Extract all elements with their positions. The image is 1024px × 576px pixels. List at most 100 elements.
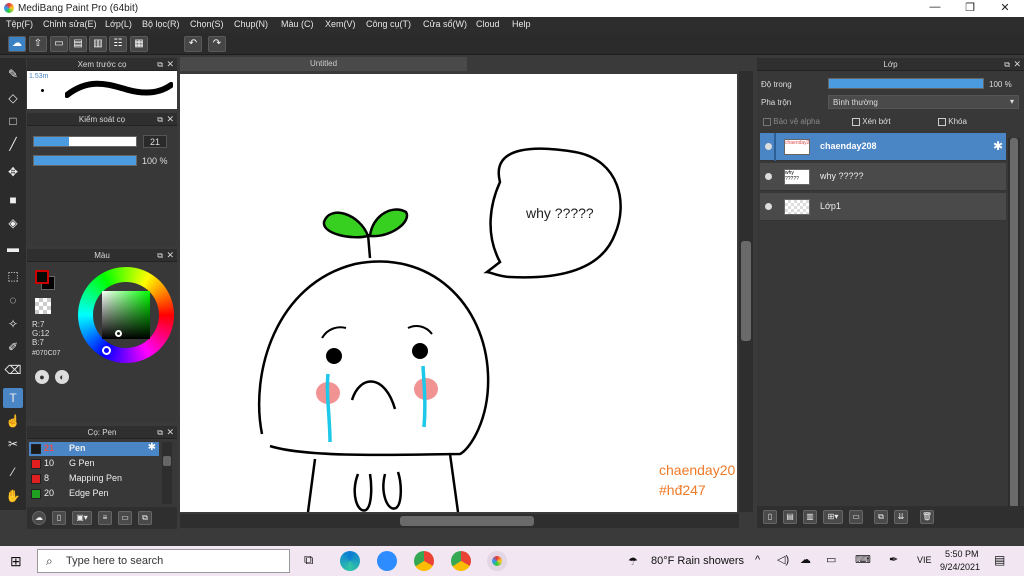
menu-select[interactable]: Chọn(S): [190, 19, 224, 29]
menu-tools[interactable]: Công cụ(T): [366, 19, 411, 29]
chat-icon[interactable]: ▤: [69, 36, 87, 52]
select-pen-icon[interactable]: ✐: [3, 337, 23, 357]
list-icon[interactable]: ☷: [109, 36, 127, 52]
brush-item[interactable]: 10 G Pen: [29, 457, 159, 471]
redo-button[interactable]: ↷: [208, 36, 226, 52]
magic-wand-icon[interactable]: ✧: [3, 314, 23, 334]
brush-folder-icon[interactable]: ▭: [118, 511, 132, 525]
popout-icon[interactable]: ⧉: [157, 249, 163, 262]
close-panel-icon[interactable]: ✕: [166, 426, 174, 439]
new-halftone-layer-icon[interactable]: ▤: [783, 510, 797, 524]
menu-capture[interactable]: Chụp(N): [234, 19, 268, 29]
settings-gear-icon[interactable]: ✱: [148, 442, 156, 453]
horizontal-scrollbar[interactable]: [180, 514, 739, 528]
brush-properties-icon[interactable]: ≡: [98, 511, 112, 525]
select-tool-icon[interactable]: ⬚: [3, 266, 23, 286]
layer-folder-icon[interactable]: ▭: [849, 510, 863, 524]
brush-item[interactable]: 21 Pen ✱: [29, 442, 159, 456]
menu-layer[interactable]: Lớp(L): [105, 19, 132, 29]
layer-item[interactable]: Lớp1: [760, 193, 1006, 221]
popout-icon[interactable]: ⧉: [157, 113, 163, 126]
lasso-tool-icon[interactable]: ◌: [3, 290, 23, 310]
popout-icon[interactable]: ⧉: [157, 58, 163, 71]
menu-view[interactable]: Xem(V): [325, 19, 356, 29]
close-button[interactable]: ✕: [990, 1, 1020, 14]
tray-chevron-icon[interactable]: ^: [755, 554, 760, 566]
palette-icon[interactable]: ●: [35, 370, 49, 384]
menu-filter[interactable]: Bộ lọc(R): [142, 19, 180, 29]
menu-window[interactable]: Cửa sổ(W): [423, 19, 467, 29]
taskbar-search[interactable]: ⌕ Type here to search: [37, 549, 290, 573]
edge-icon[interactable]: [340, 551, 360, 571]
brush-list-scrollbar[interactable]: [162, 442, 172, 504]
canvas-tab[interactable]: Untitled: [180, 57, 467, 71]
new-layer-icon[interactable]: ▯: [763, 510, 777, 524]
opacity-slider[interactable]: [33, 155, 137, 166]
cloud-brush-icon[interactable]: ☁: [32, 511, 46, 525]
visibility-icon[interactable]: [765, 173, 772, 180]
document-icon[interactable]: ▥: [89, 36, 107, 52]
upload-icon[interactable]: ⇧: [29, 36, 47, 52]
maximize-button[interactable]: ❐: [955, 1, 985, 14]
eraser-tool-icon[interactable]: ◇: [3, 88, 23, 108]
layer-item[interactable]: chaenday208 chaenday208 ✱: [760, 133, 1006, 161]
delete-layer-icon[interactable]: 🗑: [920, 510, 934, 524]
onedrive-icon[interactable]: ☁: [800, 553, 811, 566]
blend-mode-select[interactable]: Bình thường ▾: [828, 95, 1019, 109]
fill-rect-tool-icon[interactable]: ■: [3, 190, 23, 210]
menu-color[interactable]: Màu (C): [281, 19, 314, 29]
size-slider[interactable]: [33, 136, 137, 147]
brush-item[interactable]: 8 Mapping Pen: [29, 472, 159, 486]
duplicate-layer-icon[interactable]: ⧉: [874, 510, 888, 524]
clock-date[interactable]: 9/24/2021: [940, 562, 980, 572]
menu-edit[interactable]: Chỉnh sửa(E): [43, 19, 97, 29]
protect-alpha-checkbox[interactable]: Bảo vệ alpha: [763, 117, 820, 126]
hand-tool-icon[interactable]: ✋: [3, 486, 23, 506]
close-panel-icon[interactable]: ✕: [166, 58, 174, 71]
size-value[interactable]: 21: [143, 135, 167, 148]
comment-icon[interactable]: ▭: [50, 36, 68, 52]
lock-checkbox[interactable]: Khóa: [938, 117, 967, 126]
select-eraser-icon[interactable]: ⌫: [3, 360, 23, 380]
brush-tool-icon[interactable]: ✎: [3, 64, 23, 84]
keyboard-icon[interactable]: ⌨: [855, 553, 871, 566]
eyedropper-icon[interactable]: ⁄: [3, 462, 23, 482]
duplicate-brush-icon[interactable]: ⧉: [138, 511, 152, 525]
pen-icon[interactable]: ✒: [889, 553, 898, 566]
visibility-icon[interactable]: [765, 203, 772, 210]
close-panel-icon[interactable]: ✕: [1013, 58, 1021, 71]
line-tool-icon[interactable]: ╱: [3, 134, 23, 154]
saturation-value-square[interactable]: [102, 291, 150, 339]
add-brush-menu-icon[interactable]: ▣▾: [72, 511, 92, 525]
menu-help[interactable]: Help: [512, 19, 531, 29]
network-icon[interactable]: ▭: [826, 553, 836, 566]
text-tool-icon[interactable]: T: [3, 388, 23, 408]
volume-icon[interactable]: ◁): [777, 553, 789, 566]
language-indicator[interactable]: VIE: [917, 555, 932, 565]
close-panel-icon[interactable]: ✕: [166, 113, 174, 126]
menu-cloud[interactable]: Cloud: [476, 19, 500, 29]
weather-text[interactable]: 80°F Rain showers: [651, 555, 744, 567]
chrome-profile-icon[interactable]: [451, 551, 471, 571]
clip-checkbox[interactable]: Xén bớt: [852, 117, 891, 126]
transparent-swatch[interactable]: [35, 298, 51, 314]
menu-file[interactable]: Tệp(F): [6, 19, 33, 29]
grid-icon[interactable]: ▦: [130, 36, 148, 52]
medibang-taskbar-icon[interactable]: [487, 551, 507, 571]
new-brush-icon[interactable]: ▯: [52, 511, 66, 525]
new-8bit-layer-icon[interactable]: ▥: [803, 510, 817, 524]
layer-settings-gear-icon[interactable]: ✱: [993, 139, 1003, 153]
task-view-icon[interactable]: ⧉: [304, 552, 313, 568]
brush-item[interactable]: 20 Edge Pen: [29, 487, 159, 501]
primary-color-swatch[interactable]: [35, 270, 49, 284]
drawing-canvas[interactable]: why ????? chaenday20 #hđ247: [180, 74, 737, 512]
dot-tool-icon[interactable]: □: [3, 111, 23, 131]
visibility-icon[interactable]: [765, 143, 772, 150]
close-panel-icon[interactable]: ✕: [166, 249, 174, 262]
notification-icon[interactable]: ▤: [994, 553, 1005, 567]
operation-tool-icon[interactable]: ☝: [3, 411, 23, 431]
cloud-icon[interactable]: ☁: [8, 36, 26, 52]
divide-tool-icon[interactable]: ✂: [3, 434, 23, 454]
layer-scrollbar[interactable]: [1008, 138, 1020, 508]
undo-button[interactable]: ↶: [184, 36, 202, 52]
